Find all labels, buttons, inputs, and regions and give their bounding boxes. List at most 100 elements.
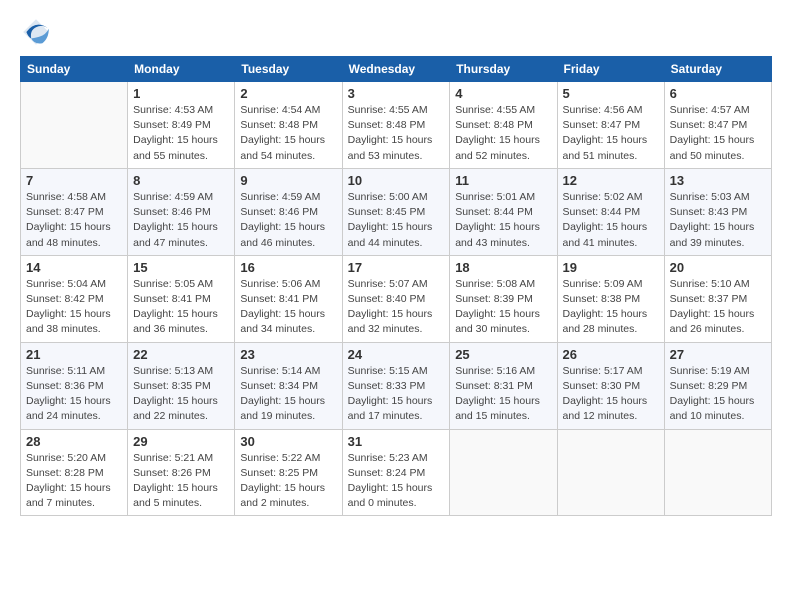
day-number: 14	[26, 260, 122, 275]
day-number: 7	[26, 173, 122, 188]
day-number: 23	[240, 347, 336, 362]
day-number: 25	[455, 347, 551, 362]
day-number: 1	[133, 86, 229, 101]
day-number: 28	[26, 434, 122, 449]
day-header-saturday: Saturday	[664, 57, 771, 82]
calendar-cell: 12 Sunrise: 5:02 AM Sunset: 8:44 PM Dayli…	[557, 168, 664, 255]
day-info: Sunrise: 5:09 AM Sunset: 8:38 PM Dayligh…	[563, 277, 659, 338]
day-header-tuesday: Tuesday	[235, 57, 342, 82]
day-info: Sunrise: 5:21 AM Sunset: 8:26 PM Dayligh…	[133, 451, 229, 512]
day-info: Sunrise: 5:22 AM Sunset: 8:25 PM Dayligh…	[240, 451, 336, 512]
calendar-cell: 15Sunrise: 5:05 AM Sunset: 8:41 PM Dayli…	[128, 255, 235, 342]
day-info: Sunrise: 5:10 AM Sunset: 8:37 PM Dayligh…	[670, 277, 766, 338]
day-info: Sunrise: 5:19 AM Sunset: 8:29 PM Dayligh…	[670, 364, 766, 425]
day-info: Sunrise: 5:03 AM Sunset: 8:43 PM Dayligh…	[670, 190, 766, 251]
day-info: Sunrise: 4:57 AM Sunset: 8:47 PM Dayligh…	[670, 103, 766, 164]
day-number: 3	[348, 86, 445, 101]
day-number: 30	[240, 434, 336, 449]
day-number: 15	[133, 260, 229, 275]
day-number: 10	[348, 173, 445, 188]
day-info: Sunrise: 5:01 AM Sunset: 8:44 PM Dayligh…	[455, 190, 551, 251]
day-number: 29	[133, 434, 229, 449]
day-number: 17	[348, 260, 445, 275]
day-number: 11	[455, 173, 551, 188]
calendar-cell: 10 Sunrise: 5:00 AM Sunset: 8:45 PM Dayli…	[342, 168, 450, 255]
day-number: 6	[670, 86, 766, 101]
day-number: 19	[563, 260, 659, 275]
calendar-cell: 16 Sunrise: 5:06 AM Sunset: 8:41 PM Dayli…	[235, 255, 342, 342]
calendar-cell: 17 Sunrise: 5:07 AM Sunset: 8:40 PM Dayli…	[342, 255, 450, 342]
calendar-cell: 26 Sunrise: 5:17 AM Sunset: 8:30 PM Dayli…	[557, 342, 664, 429]
calendar-cell: 29 Sunrise: 5:21 AM Sunset: 8:26 PM Dayli…	[128, 429, 235, 516]
calendar-cell	[557, 429, 664, 516]
calendar-cell: 20 Sunrise: 5:10 AM Sunset: 8:37 PM Dayli…	[664, 255, 771, 342]
calendar-cell: 14 Sunrise: 5:04 AM Sunset: 8:42 PM Dayli…	[21, 255, 128, 342]
logo	[20, 16, 58, 48]
day-number: 2	[240, 86, 336, 101]
calendar-cell: 21 Sunrise: 5:11 AM Sunset: 8:36 PM Dayli…	[21, 342, 128, 429]
calendar-cell: 4 Sunrise: 4:55 AM Sunset: 8:48 PM Daylig…	[450, 82, 557, 169]
calendar-cell: 3 Sunrise: 4:55 AM Sunset: 8:48 PM Daylig…	[342, 82, 450, 169]
day-info: Sunrise: 5:15 AM Sunset: 8:33 PM Dayligh…	[348, 364, 445, 425]
calendar-cell: 11 Sunrise: 5:01 AM Sunset: 8:44 PM Dayli…	[450, 168, 557, 255]
calendar-cell: 30 Sunrise: 5:22 AM Sunset: 8:25 PM Dayli…	[235, 429, 342, 516]
day-number: 22	[133, 347, 229, 362]
day-number: 21	[26, 347, 122, 362]
calendar-cell	[450, 429, 557, 516]
day-header-friday: Friday	[557, 57, 664, 82]
day-number: 20	[670, 260, 766, 275]
calendar-cell: 6 Sunrise: 4:57 AM Sunset: 8:47 PM Daylig…	[664, 82, 771, 169]
day-info: Sunrise: 4:55 AM Sunset: 8:48 PM Dayligh…	[455, 103, 551, 164]
calendar-cell	[21, 82, 128, 169]
calendar-cell: 9 Sunrise: 4:59 AM Sunset: 8:46 PM Daylig…	[235, 168, 342, 255]
calendar-cell: 7 Sunrise: 4:58 AM Sunset: 8:47 PM Daylig…	[21, 168, 128, 255]
day-number: 24	[348, 347, 445, 362]
day-info: Sunrise: 4:58 AM Sunset: 8:47 PM Dayligh…	[26, 190, 122, 251]
day-info: Sunrise: 4:54 AM Sunset: 8:48 PM Dayligh…	[240, 103, 336, 164]
calendar-cell: 5 Sunrise: 4:56 AM Sunset: 8:47 PM Daylig…	[557, 82, 664, 169]
day-header-thursday: Thursday	[450, 57, 557, 82]
day-info: Sunrise: 5:08 AM Sunset: 8:39 PM Dayligh…	[455, 277, 551, 338]
day-number: 9	[240, 173, 336, 188]
day-header-sunday: Sunday	[21, 57, 128, 82]
day-info: Sunrise: 4:53 AM Sunset: 8:49 PM Dayligh…	[133, 103, 229, 164]
day-number: 4	[455, 86, 551, 101]
day-info: Sunrise: 5:02 AM Sunset: 8:44 PM Dayligh…	[563, 190, 659, 251]
day-number: 5	[563, 86, 659, 101]
day-number: 18	[455, 260, 551, 275]
day-info: Sunrise: 5:06 AM Sunset: 8:41 PM Dayligh…	[240, 277, 336, 338]
day-number: 12	[563, 173, 659, 188]
calendar-cell: 1 Sunrise: 4:53 AM Sunset: 8:49 PM Daylig…	[128, 82, 235, 169]
calendar-cell: 23 Sunrise: 5:14 AM Sunset: 8:34 PM Dayli…	[235, 342, 342, 429]
calendar-table: SundayMondayTuesdayWednesdayThursdayFrid…	[20, 56, 772, 516]
day-header-wednesday: Wednesday	[342, 57, 450, 82]
day-info: Sunrise: 4:55 AM Sunset: 8:48 PM Dayligh…	[348, 103, 445, 164]
day-header-monday: Monday	[128, 57, 235, 82]
day-number: 13	[670, 173, 766, 188]
day-info: Sunrise: 4:59 AM Sunset: 8:46 PM Dayligh…	[133, 190, 229, 251]
day-info: Sunrise: 5:11 AM Sunset: 8:36 PM Dayligh…	[26, 364, 122, 425]
calendar-cell: 28 Sunrise: 5:20 AM Sunset: 8:28 PM Dayli…	[21, 429, 128, 516]
calendar-cell	[664, 429, 771, 516]
calendar-cell: 8 Sunrise: 4:59 AM Sunset: 8:46 PM Daylig…	[128, 168, 235, 255]
calendar-cell: 18 Sunrise: 5:08 AM Sunset: 8:39 PM Dayli…	[450, 255, 557, 342]
day-info: Sunrise: 4:56 AM Sunset: 8:47 PM Dayligh…	[563, 103, 659, 164]
day-number: 8	[133, 173, 229, 188]
calendar-cell: 22 Sunrise: 5:13 AM Sunset: 8:35 PM Dayli…	[128, 342, 235, 429]
day-info: Sunrise: 5:20 AM Sunset: 8:28 PM Dayligh…	[26, 451, 122, 512]
day-info: Sunrise: 5:17 AM Sunset: 8:30 PM Dayligh…	[563, 364, 659, 425]
day-number: 27	[670, 347, 766, 362]
calendar-cell: 19 Sunrise: 5:09 AM Sunset: 8:38 PM Dayli…	[557, 255, 664, 342]
day-info: Sunrise: 5:00 AM Sunset: 8:45 PM Dayligh…	[348, 190, 445, 251]
day-info: Sunrise: 5:14 AM Sunset: 8:34 PM Dayligh…	[240, 364, 336, 425]
day-info: Sunrise: 5:07 AM Sunset: 8:40 PM Dayligh…	[348, 277, 445, 338]
calendar-cell: 2 Sunrise: 4:54 AM Sunset: 8:48 PM Daylig…	[235, 82, 342, 169]
day-number: 16	[240, 260, 336, 275]
calendar-cell: 24 Sunrise: 5:15 AM Sunset: 8:33 PM Dayli…	[342, 342, 450, 429]
day-number: 26	[563, 347, 659, 362]
day-info: Sunrise: 5:13 AM Sunset: 8:35 PM Dayligh…	[133, 364, 229, 425]
calendar-cell: 13 Sunrise: 5:03 AM Sunset: 8:43 PM Dayli…	[664, 168, 771, 255]
day-info: Sunrise: 5:23 AM Sunset: 8:24 PM Dayligh…	[348, 451, 445, 512]
day-info: Sunrise: 4:59 AM Sunset: 8:46 PM Dayligh…	[240, 190, 336, 251]
day-info: Sunrise: 5:04 AM Sunset: 8:42 PM Dayligh…	[26, 277, 122, 338]
